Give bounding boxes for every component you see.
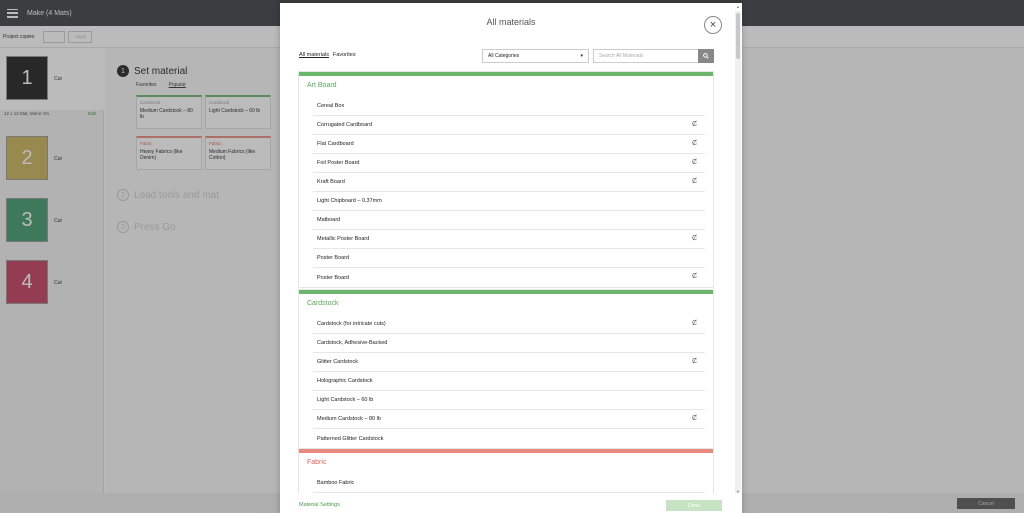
close-icon[interactable]: × — [704, 16, 722, 34]
list-item[interactable]: Light Chipboard – 0.37mm — [313, 192, 705, 211]
material-name: Light Cardstock – 60 lb — [317, 397, 374, 403]
material-settings-link[interactable]: Material Settings — [299, 502, 340, 508]
blade-icon: Ȼ — [692, 273, 698, 280]
dialog-title: All materials — [486, 17, 536, 27]
material-name: Corrugated Cardboard — [317, 122, 373, 128]
tab-all-materials[interactable]: All materials — [299, 52, 329, 58]
list-item[interactable]: Corrugated Cardboard Ȼ — [313, 116, 705, 135]
material-name: Matboard — [317, 217, 341, 223]
list-item[interactable]: Light Cardstock – 60 lb — [313, 391, 705, 410]
blade-icon: Ȼ — [692, 178, 698, 185]
material-name: Bamboo Fabric — [317, 480, 355, 486]
blade-icon: Ȼ — [692, 235, 698, 242]
list-item[interactable] — [313, 493, 705, 494]
done-button[interactable]: Done — [666, 500, 722, 511]
list-item[interactable]: Foil Poster Board Ȼ — [313, 154, 705, 173]
list-item[interactable]: Poster Board — [313, 249, 705, 268]
section-art-board: Art Board Cereal Box Corrugated Cardboar… — [298, 71, 714, 288]
material-name: Poster Board — [317, 255, 350, 261]
category-select[interactable]: All Categories ▾ — [482, 49, 589, 63]
list-item[interactable]: Patterned Glitter Cardstock — [313, 429, 705, 448]
blade-icon: Ȼ — [692, 415, 698, 422]
list-item[interactable]: Kraft Board Ȼ — [313, 173, 705, 192]
blade-icon: Ȼ — [692, 140, 698, 147]
list-item[interactable]: Poster Board Ȼ — [313, 268, 705, 287]
material-name: Light Chipboard – 0.37mm — [317, 198, 382, 204]
section-title: Art Board — [307, 82, 337, 89]
search-input[interactable]: Search All Materials — [593, 49, 698, 63]
material-name: Patterned Glitter Cardstock — [317, 435, 384, 442]
material-tabs: All materials Favorites — [299, 52, 356, 58]
material-name: Metallic Poster Board — [317, 236, 370, 242]
list-item[interactable]: Matboard — [313, 211, 705, 230]
list-item[interactable]: Bamboo Fabric — [313, 474, 705, 493]
section-fabric: Fabric Bamboo Fabric — [298, 448, 714, 494]
search-icon[interactable] — [698, 49, 714, 63]
list-item[interactable]: Flat Cardboard Ȼ — [313, 135, 705, 154]
section-title: Cardstock — [307, 300, 339, 307]
section-title: Fabric — [307, 459, 327, 466]
material-name: Poster Board — [317, 274, 350, 281]
list-item[interactable]: Cardstock (for intricate cuts) Ȼ — [313, 315, 705, 334]
materials-list[interactable]: Art Board Cereal Box Corrugated Cardboar… — [298, 71, 715, 494]
blade-icon: Ȼ — [692, 121, 698, 128]
modal-scrollbar[interactable]: ▲ ▼ — [735, 4, 741, 494]
list-item[interactable]: Glitter Cardstock Ȼ — [313, 353, 705, 372]
material-name: Cereal Box — [317, 103, 345, 109]
list-item[interactable]: Cereal Box — [313, 97, 705, 116]
material-name: Holographic Cardstock — [317, 378, 373, 384]
blade-icon: Ȼ — [692, 358, 698, 365]
scroll-up-icon[interactable]: ▲ — [736, 4, 740, 9]
blade-icon: Ȼ — [692, 159, 698, 166]
all-materials-dialog: All materials × All materials Favorites … — [280, 3, 742, 513]
list-item[interactable]: Cardstock, Adhesive-Backed — [313, 334, 705, 353]
list-item[interactable]: Medium Cardstock – 80 lb Ȼ — [313, 410, 705, 429]
section-cardstock: Cardstock Cardstock (for intricate cuts)… — [298, 289, 714, 449]
scroll-thumb[interactable] — [736, 13, 740, 59]
chevron-down-icon: ▾ — [580, 53, 583, 59]
material-name: Cardstock, Adhesive-Backed — [317, 340, 388, 346]
scroll-down-icon[interactable]: ▼ — [736, 489, 740, 494]
list-item[interactable]: Metallic Poster Board Ȼ — [313, 230, 705, 249]
blade-icon: Ȼ — [692, 320, 698, 327]
material-name: Kraft Board — [317, 179, 345, 185]
material-name: Cardstock (for intricate cuts) — [317, 321, 386, 327]
material-name: Flat Cardboard — [317, 141, 354, 147]
material-name: Foil Poster Board — [317, 160, 360, 166]
material-name: Medium Cardstock – 80 lb — [317, 416, 381, 422]
category-select-value: All Categories — [488, 53, 520, 59]
list-item[interactable]: Holographic Cardstock — [313, 372, 705, 391]
material-name: Glitter Cardstock — [317, 359, 358, 365]
tab-favorites[interactable]: Favorites — [333, 52, 356, 58]
